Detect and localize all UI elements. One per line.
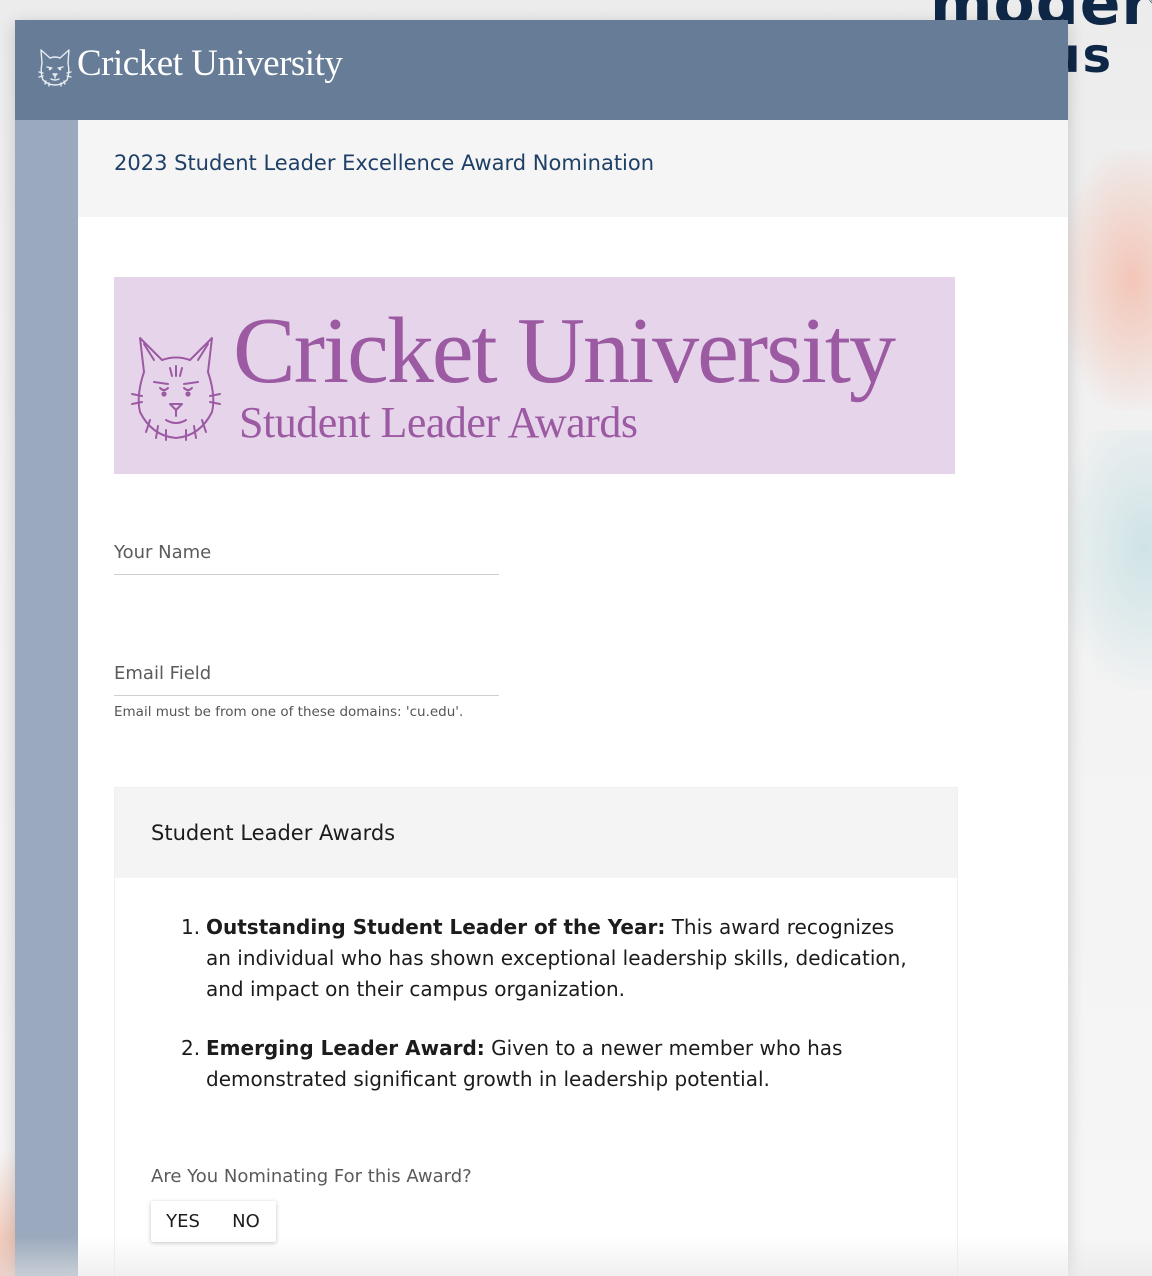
card-title: Student Leader Awards [151, 821, 396, 845]
awards-banner: Cricket University Student Leader Awards [114, 277, 955, 474]
page-title: 2023 Student Leader Excellence Award Nom… [114, 151, 655, 175]
award-name: Outstanding Student Leader of the Year: [206, 915, 666, 939]
email-input[interactable] [114, 651, 499, 695]
background-decoration [1060, 150, 1152, 410]
list-item: 1. Outstanding Student Leader of the Yea… [115, 912, 957, 1005]
list-item: 2. Emerging Leader Award: Given to a new… [115, 1033, 957, 1095]
yes-no-toggle: YES NO [151, 1201, 276, 1242]
form-content: 2023 Student Leader Excellence Award Nom… [78, 120, 1068, 1276]
app-window: Cricket University 2023 Student Leader E… [15, 20, 1068, 1276]
email-field[interactable] [114, 651, 499, 696]
list-number: 2. [181, 1036, 201, 1060]
brand-wordmark-registered: ® [1148, 0, 1152, 6]
banner-subtitle: Student Leader Awards [239, 398, 638, 447]
email-helper-text: Email must be from one of these domains:… [114, 704, 464, 720]
banner-title: Cricket University [233, 299, 896, 403]
award-name: Emerging Leader Award: [206, 1036, 485, 1060]
yes-button[interactable]: YES [161, 1201, 205, 1242]
left-rail [15, 120, 78, 1276]
page-header: 2023 Student Leader Excellence Award Nom… [78, 120, 1068, 217]
top-bar: Cricket University [15, 20, 1068, 120]
name-field[interactable] [114, 530, 499, 575]
card-header: Student Leader Awards [115, 788, 957, 878]
cat-mascot-icon [131, 337, 221, 441]
awards-card: Student Leader Awards 1. Outstanding Stu… [114, 787, 958, 1276]
list-number: 1. [181, 915, 201, 939]
nomination-question: Are You Nominating For this Award? [151, 1166, 472, 1187]
cat-mascot-icon [38, 49, 72, 87]
app-title: Cricket University [77, 43, 343, 84]
award-list: 1. Outstanding Student Leader of the Yea… [115, 912, 957, 1123]
name-input[interactable] [114, 530, 499, 574]
no-button[interactable]: NO [224, 1201, 268, 1242]
background-decoration [1060, 430, 1152, 690]
